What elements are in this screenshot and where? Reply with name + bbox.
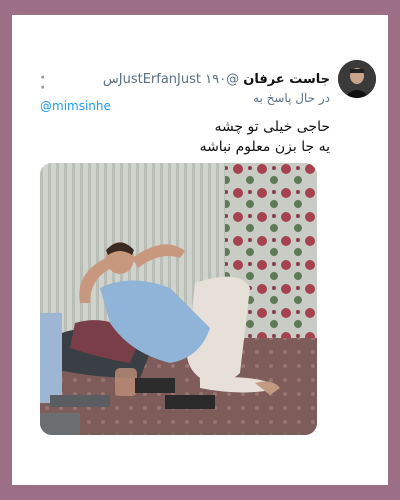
tweet-text-line: یه جا بزن معلوم نباشه (199, 139, 330, 155)
more-options-icon[interactable]: · · (40, 71, 45, 95)
tweet-text-line: حاجی خیلی تو چشه (214, 119, 330, 135)
replying-to-line: در حال پاسخ به (253, 91, 330, 105)
avatar[interactable] (338, 60, 376, 98)
tweet-text: حاجی خیلی تو چشه یه جا بزن معلوم نباشه (200, 117, 330, 157)
tweet-media-image[interactable] (40, 163, 317, 435)
tweet-header: جاست عرفان @JustErfanJust ۱۹۰س (103, 72, 330, 87)
replying-to-mention[interactable]: @mimsinhe (40, 99, 111, 113)
display-name[interactable]: جاست عرفان (243, 72, 330, 87)
replying-prefix: در حال پاسخ به (253, 91, 330, 105)
